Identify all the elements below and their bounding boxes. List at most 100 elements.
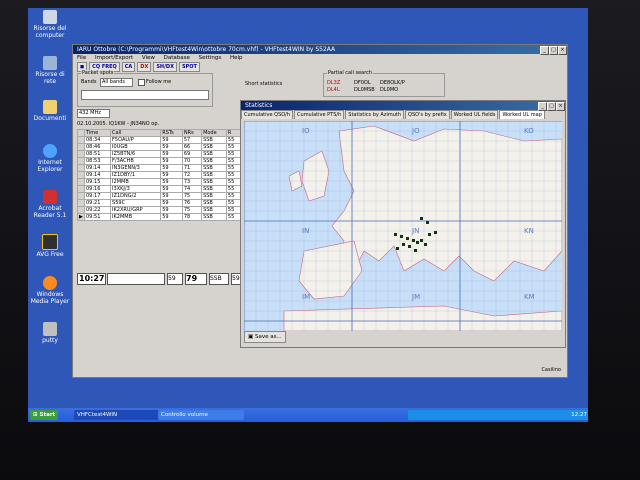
entry-rst-field[interactable]: 59 (167, 273, 183, 285)
log-row[interactable]: 09:14 IN3GENN/3 59 71 SSB 55 (77, 164, 242, 172)
log-row-marker (77, 206, 85, 214)
log-cell: SSB (201, 213, 227, 221)
entry-nr-field[interactable]: 79 (185, 273, 207, 285)
log-row[interactable]: 08:51 IZ5BTN/6 59 69 SSB 55 (77, 150, 242, 158)
system-tray: 12:27 (408, 410, 588, 420)
log-header-rsts[interactable]: RSTs (160, 129, 183, 137)
log-cell: IK2MMB (110, 213, 162, 221)
desktop-icon-avg[interactable]: AVG Free (30, 234, 70, 258)
entry-time-field[interactable]: 10:27 (77, 273, 106, 285)
folder-icon (43, 100, 57, 114)
save-as-button[interactable]: ▣ Save as... (244, 331, 286, 343)
log-cell: IZ5BTN/6 (110, 150, 162, 158)
entry-call-field[interactable] (107, 273, 165, 285)
menu-settings[interactable]: Settings (199, 55, 222, 61)
log-header-r[interactable]: R (225, 129, 242, 137)
partial-call-item[interactable]: DL0MSB (354, 87, 375, 93)
log-cell: SSB (201, 192, 227, 200)
network-icon (43, 56, 57, 70)
main-window-titlebar[interactable]: IARU Ottobre (C:\Programmi\VHFtest4Win\o… (73, 45, 567, 55)
log-row[interactable]: 09:22 IK2XRU/GRP 59 75 SSB 55 (77, 206, 242, 214)
media-player-icon (43, 276, 57, 290)
partial-call-item[interactable]: DE8OLK/P (380, 80, 405, 86)
log-row[interactable]: 08:46 I0UGB 59 66 SSB 55 (77, 143, 242, 151)
packet-spots-list[interactable] (81, 90, 209, 100)
close-icon[interactable]: × (558, 46, 567, 55)
log-row[interactable]: 09:17 IZ1DNG/2 59 75 SSB 55 (77, 192, 242, 200)
log-cell: 59 (160, 206, 183, 214)
desktop-icon-my-computer[interactable]: Risorse del computer (30, 10, 70, 39)
log-cell: 59 (160, 171, 183, 179)
ca-button[interactable]: CA (121, 62, 136, 72)
follow-me-checkbox[interactable] (138, 79, 145, 86)
log-cell: 55 (225, 157, 242, 165)
log-cell: 75 (181, 192, 203, 200)
maximize-icon[interactable]: □ (549, 46, 558, 55)
log-cell: SSB (201, 185, 227, 193)
log-header-mode[interactable]: Mode (201, 129, 227, 137)
menu-file[interactable]: File (77, 55, 86, 61)
log-row[interactable]: 08:34 F5OAU/P 59 57 SSB 55 (77, 136, 242, 144)
log-header-time[interactable]: Time (83, 129, 112, 137)
minimize-icon[interactable]: _ (538, 102, 547, 111)
statistics-titlebar[interactable]: Statistics _ □ × (241, 101, 565, 111)
desktop-icon-media-player[interactable]: Windows Media Player (30, 276, 70, 305)
sh-dx-button[interactable]: SH/DX (153, 62, 177, 72)
taskbar-task-vhftest[interactable]: VHFCtest4WIN (74, 410, 160, 420)
log-cell: 08:51 (83, 150, 112, 158)
taskbar-task-volume[interactable]: Controllo volume (158, 410, 244, 420)
maximize-icon[interactable]: □ (547, 102, 556, 111)
dx-button[interactable]: DX (137, 62, 152, 72)
bands-select[interactable]: All bands (100, 78, 133, 87)
menu-view[interactable]: View (142, 55, 155, 61)
log-cell: 71 (181, 164, 203, 172)
partial-call-item[interactable]: DL0MO (380, 87, 398, 93)
band-select[interactable]: 432 MHz (77, 109, 110, 118)
minimize-icon[interactable]: _ (540, 46, 549, 55)
log-cell: F5OAU/P (110, 136, 162, 144)
log-row[interactable]: ▶ 09:51 IK2MMB 59 78 SSB 55 (77, 213, 242, 221)
log-header-row: Time Call RSTs NRs Mode R (77, 129, 242, 137)
log-cell: IK2XRU/GRP (110, 206, 162, 214)
desktop-icon-label: Risorse di rete (35, 71, 65, 85)
menu-import-export[interactable]: Import/Export (95, 55, 133, 61)
log-cell: F/3ACHB (110, 157, 162, 165)
partial-call-item[interactable]: DF0OL (354, 80, 371, 86)
tab-worked-map[interactable]: Worked UL map (499, 110, 545, 119)
desktop-icon-internet-explorer[interactable]: Internet Explorer (30, 144, 70, 173)
log-header-cell (77, 129, 85, 137)
worked-locator-map[interactable]: JO IO KO IN JN KN IM JM KM (244, 121, 562, 331)
log-header-call[interactable]: Call (110, 129, 162, 137)
tab-azimuth[interactable]: Statistics by Azimuth (345, 110, 405, 119)
spot-button[interactable]: SPOT (178, 62, 200, 72)
tray-clock[interactable]: 12:27 (571, 412, 587, 418)
log-row-marker: ▶ (77, 213, 85, 221)
log-row[interactable]: 09:15 I2MMB 59 73 SSB 55 (77, 178, 242, 186)
log-row[interactable]: 09:16 I3XKJ/3 59 74 SSB 55 (77, 185, 242, 193)
log-cell: 08:46 (83, 143, 112, 151)
tab-prefix[interactable]: QSO's by prefix (405, 110, 450, 119)
start-button[interactable]: ⊞ Start (30, 410, 59, 420)
partial-call-item[interactable]: DL3Z (327, 80, 340, 86)
tab-worked-fields[interactable]: Worked UL fields (450, 110, 499, 119)
log-header-nrs[interactable]: NRs (181, 129, 203, 137)
tab-cumulative-pts[interactable]: Cumulative PTS/h (294, 110, 345, 119)
entry-mode-field[interactable]: SSB (209, 273, 229, 285)
log-row[interactable]: 09:14 IZ1DBY/1 59 72 SSB 55 (77, 171, 242, 179)
tab-cumulative-qso[interactable]: Cumulative QSO/h (241, 110, 294, 119)
desktop-icon-putty[interactable]: putty (30, 322, 70, 344)
desktop-icon-documents[interactable]: Documenti (30, 100, 70, 122)
partial-call-item[interactable]: DL4L (327, 87, 340, 93)
main-window-title: IARU Ottobre (C:\Programmi\VHFtest4Win\o… (77, 46, 336, 53)
desktop-icon-network[interactable]: Risorse di rete (30, 56, 70, 85)
close-icon[interactable]: × (556, 102, 565, 111)
log-row[interactable]: 09:21 S59C 59 76 SSB 55 (77, 199, 242, 207)
desktop-icon-acrobat[interactable]: Acrobat Reader 5.1 (30, 190, 70, 219)
worked-square (400, 235, 403, 238)
menu-help[interactable]: Help (230, 55, 243, 61)
menu-database[interactable]: Database (164, 55, 190, 61)
worked-square (420, 239, 423, 242)
desktop-icon-label: Documenti (33, 115, 67, 122)
log-row[interactable]: 08:53 F/3ACHB 59 70 SSB 55 (77, 157, 242, 165)
statistics-title: Statistics (245, 102, 273, 109)
